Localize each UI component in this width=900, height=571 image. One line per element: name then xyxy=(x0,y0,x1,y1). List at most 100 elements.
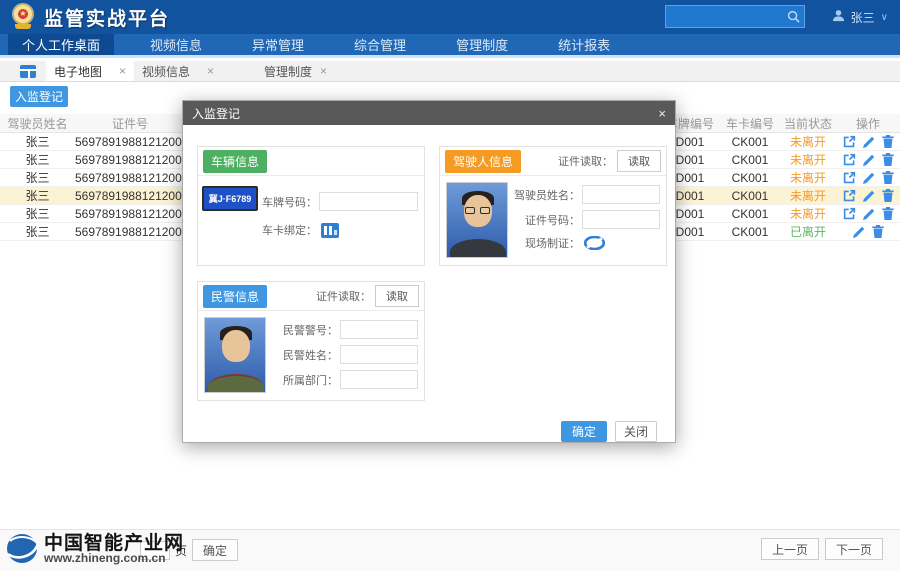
id-read-label: 证件读取： xyxy=(558,153,613,169)
cell-card-no: CK001 xyxy=(720,171,780,185)
entry-register-button[interactable]: 入监登记 xyxy=(10,86,68,107)
close-icon[interactable]: × xyxy=(207,64,214,78)
cell-driver-name: 张三 xyxy=(0,151,75,168)
confirm-button[interactable]: 确定 xyxy=(561,421,607,442)
close-icon[interactable]: × xyxy=(658,106,666,121)
police-photo xyxy=(204,317,266,393)
police-badge-icon: ★ xyxy=(10,3,36,31)
card-bind-icon[interactable] xyxy=(321,223,339,238)
delete-icon[interactable] xyxy=(882,153,894,166)
driver-name-input[interactable] xyxy=(582,185,660,204)
cell-card-no: CK001 xyxy=(720,207,780,221)
col-status: 当前状态 xyxy=(780,115,836,132)
cell-card-no: CK001 xyxy=(720,225,780,239)
capture-camera-icon[interactable] xyxy=(584,236,605,250)
driver-id-input[interactable] xyxy=(582,210,660,229)
tab-electronic-map[interactable]: 电子地图 × xyxy=(46,61,134,81)
tab-label: 视频信息 xyxy=(142,63,190,80)
driver-name-label: 驾驶员姓名： xyxy=(508,187,580,203)
edit-icon[interactable] xyxy=(863,136,875,148)
license-plate-image: 冀J·F6789 xyxy=(202,186,258,211)
plate-number-input[interactable] xyxy=(319,192,418,211)
delete-icon[interactable] xyxy=(882,189,894,202)
police-info-section: 民警信息 证件读取： 读取 民警警号： 民警姓名： 所属部门： xyxy=(197,281,425,401)
user-icon xyxy=(832,9,845,25)
status-badge: 未离开 xyxy=(780,187,836,204)
cell-driver-name: 张三 xyxy=(0,187,75,204)
delete-icon[interactable] xyxy=(882,135,894,148)
police-badge-no-label: 民警警号： xyxy=(266,322,338,338)
export-icon[interactable] xyxy=(843,153,856,166)
cell-card-no: CK001 xyxy=(720,189,780,203)
export-icon[interactable] xyxy=(843,135,856,148)
id-read-label: 证件读取： xyxy=(316,288,371,304)
user-menu[interactable]: 张三 ∨ xyxy=(832,0,888,34)
page-confirm-button[interactable]: 确定 xyxy=(192,539,238,561)
edit-icon[interactable] xyxy=(863,208,875,220)
police-name-input[interactable] xyxy=(340,345,418,364)
edit-icon[interactable] xyxy=(863,154,875,166)
id-read-button[interactable]: 读取 xyxy=(375,285,419,307)
nav-item-statistics[interactable]: 统计报表 xyxy=(544,34,624,55)
driver-info-label: 驾驶人信息 xyxy=(445,150,521,173)
dialog-title: 入监登记 xyxy=(192,105,240,122)
edit-icon[interactable] xyxy=(863,172,875,184)
home-icon[interactable] xyxy=(20,65,36,78)
cell-driver-name: 张三 xyxy=(0,205,75,222)
export-icon[interactable] xyxy=(843,189,856,202)
top-header: ★ 监管实战平台 张三 ∨ xyxy=(0,0,900,34)
police-badge-no-input[interactable] xyxy=(340,320,418,339)
police-dept-input[interactable] xyxy=(340,370,418,389)
next-page-button[interactable]: 下一页 xyxy=(825,538,883,560)
tab-video-info[interactable]: 视频信息 × xyxy=(134,61,222,81)
cell-id-number: 569789198812120001 xyxy=(75,135,185,149)
site-url: www.zhineng.com.cn xyxy=(44,552,184,564)
edit-icon[interactable] xyxy=(863,190,875,202)
close-icon[interactable]: × xyxy=(119,64,126,78)
status-badge: 未离开 xyxy=(780,151,836,168)
export-icon[interactable] xyxy=(843,207,856,220)
cell-card-no: CK001 xyxy=(720,153,780,167)
delete-icon[interactable] xyxy=(872,225,884,238)
nav-item-personal-workspace[interactable]: 个人工作桌面 xyxy=(8,34,114,55)
driver-photo xyxy=(446,182,508,258)
cell-card-no: CK001 xyxy=(720,135,780,149)
pagination: 上一页 下一页 xyxy=(761,538,883,560)
delete-icon[interactable] xyxy=(882,207,894,220)
site-logo: 中国智能产业网 www.zhineng.com.cn xyxy=(6,533,184,564)
globe-icon xyxy=(6,533,40,564)
main-nav: 个人工作桌面 视频信息 异常管理 综合管理 管理制度 统计报表 xyxy=(0,34,900,58)
police-name-label: 民警姓名： xyxy=(266,347,338,363)
driver-info-section: 驾驶人信息 证件读取： 读取 驾驶员姓名： 证件号码： 现场制证： xyxy=(439,146,667,266)
cell-driver-name: 张三 xyxy=(0,169,75,186)
search-box[interactable] xyxy=(665,5,805,28)
tab-label: 管理制度 xyxy=(264,63,312,80)
nav-item-video-info[interactable]: 视频信息 xyxy=(136,34,216,55)
page-title: 监管实战平台 xyxy=(44,4,170,31)
id-read-button[interactable]: 读取 xyxy=(617,150,661,172)
close-icon[interactable]: × xyxy=(320,64,327,78)
delete-icon[interactable] xyxy=(882,171,894,184)
cell-driver-name: 张三 xyxy=(0,133,75,150)
status-badge: 已离开 xyxy=(780,223,836,240)
police-info-label: 民警信息 xyxy=(203,285,267,308)
export-icon[interactable] xyxy=(843,171,856,184)
cell-id-number: 569789198812120001 xyxy=(75,189,185,203)
status-badge: 未离开 xyxy=(780,169,836,186)
tab-label: 电子地图 xyxy=(54,63,102,80)
close-button[interactable]: 关闭 xyxy=(615,421,657,442)
user-name: 张三 xyxy=(851,9,875,26)
tab-mgmt-rules[interactable]: 管理制度 × xyxy=(256,61,335,81)
cell-driver-name: 张三 xyxy=(0,223,75,240)
card-bind-label: 车卡绑定： xyxy=(262,222,317,238)
nav-item-general-mgmt[interactable]: 综合管理 xyxy=(340,34,420,55)
prev-page-button[interactable]: 上一页 xyxy=(761,538,819,560)
entry-register-dialog: 入监登记 × 车辆信息 冀J·F6789 车牌号码： 车卡绑定： 驾驶人信息 证… xyxy=(182,100,676,443)
edit-icon[interactable] xyxy=(853,226,865,238)
footer: 中国智能产业网 www.zhineng.com.cn 页 确定 上一页 下一页 xyxy=(0,529,900,571)
cell-id-number: 569789198812120001 xyxy=(75,207,185,221)
search-icon[interactable] xyxy=(782,10,804,23)
nav-item-mgmt-rules[interactable]: 管理制度 xyxy=(442,34,522,55)
nav-item-exception-mgmt[interactable]: 异常管理 xyxy=(238,34,318,55)
search-input[interactable] xyxy=(666,10,782,24)
